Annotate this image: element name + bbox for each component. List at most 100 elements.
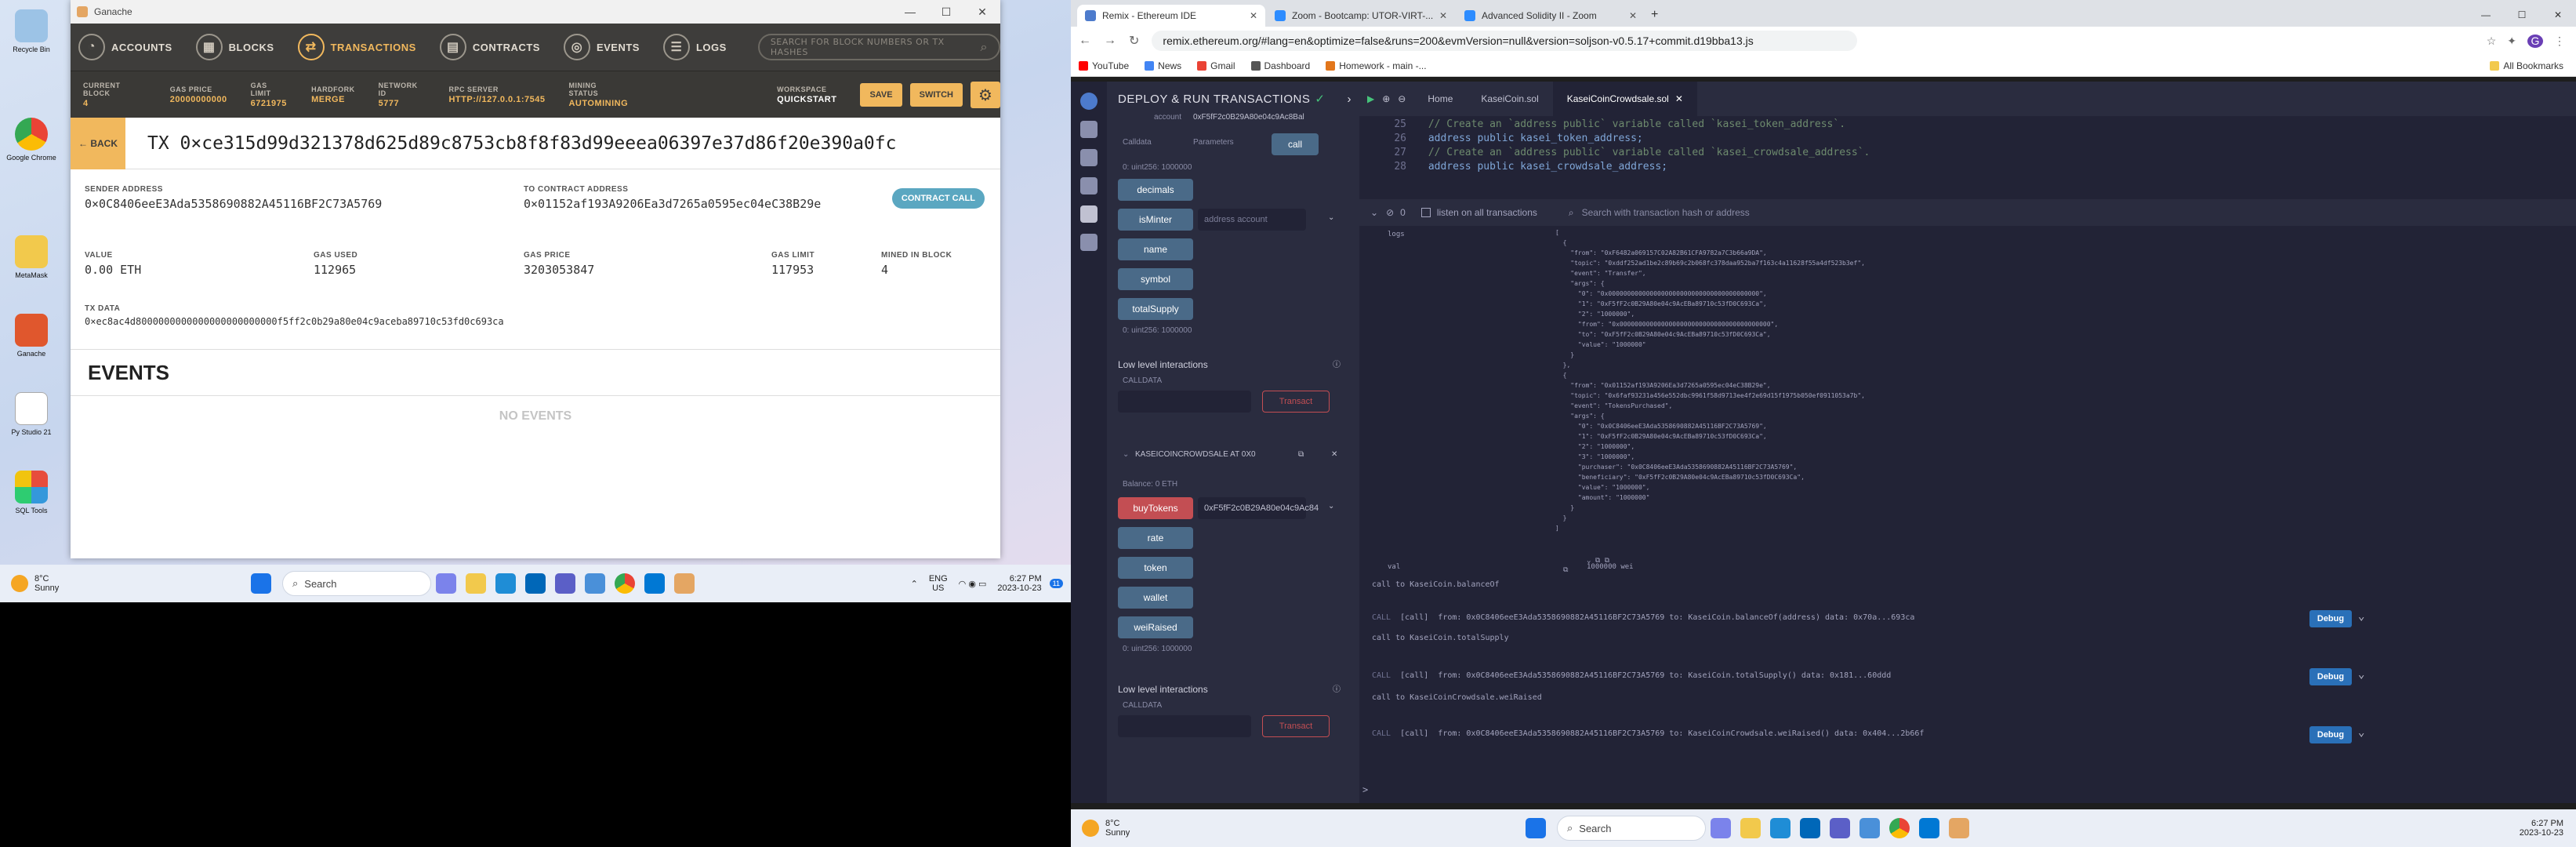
desktop-icon-file[interactable]: Py Studio 21 [0, 392, 63, 437]
token-button[interactable]: token [1118, 557, 1193, 579]
forward-icon[interactable]: → [1104, 34, 1116, 48]
vscode-icon[interactable] [1919, 818, 1939, 838]
tab-kaseicoincrowdsale[interactable]: KaseiCoinCrowdsale.sol ✕ [1552, 82, 1697, 116]
all-bookmarks[interactable]: All Bookmarks [2490, 60, 2563, 71]
tab-events[interactable]: ◎ EVENTS [563, 34, 640, 60]
save-button[interactable]: SAVE [860, 82, 902, 107]
tab-accounts[interactable]: ◔ ACCOUNTS [78, 34, 172, 60]
store-icon[interactable] [1800, 818, 1820, 838]
chevron-right-icon[interactable]: › [1348, 93, 1352, 106]
search-input[interactable]: SEARCH FOR BLOCK NUMBERS OR TX HASHES ⌕ [757, 34, 1000, 60]
back-icon[interactable]: ← [1079, 34, 1091, 48]
weather-widget[interactable]: 8°C Sunny [11, 574, 246, 593]
extensions-icon[interactable]: ✦ [2507, 35, 2516, 48]
notification-badge[interactable]: 11 [1049, 579, 1063, 588]
chevron-down-icon[interactable]: ⌄ [2358, 668, 2364, 681]
chevron-down-icon[interactable]: ⌄ [1328, 502, 1334, 511]
desktop-icon-folder[interactable]: MetaMask [0, 235, 63, 280]
reload-icon[interactable]: ↻ [1129, 33, 1139, 49]
taskbar-app-icon[interactable] [1711, 818, 1731, 838]
start-icon[interactable] [251, 573, 271, 594]
call-log[interactable]: CALL [call] from: 0x0C8406eeE3Ada5358690… [1372, 671, 1891, 680]
tab-zoom-solidity[interactable]: Advanced Solidity II - Zoom ✕ [1457, 5, 1645, 27]
maximize-icon[interactable]: ☐ [928, 5, 964, 19]
close-icon[interactable]: ✕ [2540, 9, 2576, 20]
wallet-button[interactable]: wallet [1118, 587, 1193, 609]
transact-button-2[interactable]: Transact [1262, 715, 1330, 737]
clear-icon[interactable]: ⊘ [1386, 207, 1394, 218]
play-icon[interactable]: ▶ [1367, 93, 1374, 104]
menu-icon[interactable]: ⋮ [2554, 35, 2565, 48]
explorer-icon[interactable] [466, 573, 486, 594]
decimals-button[interactable]: decimals [1118, 179, 1193, 201]
settings-icon[interactable] [585, 573, 605, 594]
totalsupply-button[interactable]: totalSupply [1118, 298, 1193, 320]
deploy-icon[interactable] [1080, 205, 1098, 223]
debug-button[interactable]: Debug [2309, 610, 2352, 627]
desktop-icon-tools[interactable]: SQL Tools [0, 471, 63, 515]
tab-kaseicoin[interactable]: KaseiCoin.sol [1467, 82, 1552, 116]
teams-icon[interactable] [1830, 818, 1850, 838]
info-icon[interactable]: ⓘ [1333, 682, 1341, 694]
store-icon[interactable] [525, 573, 546, 594]
call-log[interactable]: CALL [call] from: 0x0C8406eeE3Ada5358690… [1372, 729, 1924, 738]
desktop-icon-chrome[interactable]: Google Chrome [0, 118, 63, 162]
info-icon[interactable]: ⓘ [1333, 358, 1341, 369]
chrome-icon[interactable] [615, 573, 635, 594]
call-log[interactable]: CALL [call] from: 0x0C8406eeE3Ada5358690… [1372, 613, 1914, 622]
transact-button[interactable]: Transact [1262, 391, 1330, 413]
ganache-icon[interactable] [674, 573, 695, 594]
debug-button[interactable]: Debug [2309, 668, 2352, 685]
debugger-icon[interactable] [1080, 234, 1098, 251]
desktop-icon-recycle-bin[interactable]: Recycle Bin [0, 9, 63, 54]
vscode-icon[interactable] [644, 573, 665, 594]
copy-icon[interactable]: ⧉ [1298, 450, 1304, 459]
calldata-input[interactable] [1118, 391, 1251, 413]
tab-home[interactable]: Home [1413, 82, 1467, 116]
calldata-tab[interactable]: Calldata [1123, 138, 1152, 147]
terminal-search-input[interactable]: Search with transaction hash or address [1582, 207, 1817, 218]
close-icon[interactable]: ✕ [1675, 93, 1683, 104]
symbol-button[interactable]: symbol [1118, 268, 1193, 290]
bookmark-homework[interactable]: Homework - main -... [1326, 60, 1427, 71]
bookmark-news[interactable]: News [1145, 60, 1181, 71]
close-icon[interactable]: ✕ [1250, 10, 1257, 21]
teams-icon[interactable] [555, 573, 575, 594]
chevron-down-icon[interactable]: ⌄ [1328, 213, 1334, 222]
weather-widget[interactable]: 8°C Sunny [1082, 819, 1521, 838]
code-editor[interactable]: 25 // Create an `address public` variabl… [1359, 116, 2576, 199]
gear-icon[interactable]: ⚙ [971, 81, 1001, 108]
isminter-button[interactable]: isMinter [1118, 209, 1193, 231]
rate-button[interactable]: rate [1118, 527, 1193, 549]
edge-icon[interactable] [1770, 818, 1791, 838]
close-icon[interactable]: ✕ [964, 5, 1000, 19]
settings-icon[interactable] [1859, 818, 1880, 838]
chrome-icon[interactable] [1889, 818, 1910, 838]
terminal-prompt[interactable]: > [1362, 784, 1368, 795]
profile-icon[interactable]: G [2527, 34, 2543, 48]
copy-icon[interactable]: ⧉ [1563, 566, 1568, 574]
chevron-down-icon[interactable]: ⌄ [1123, 450, 1129, 459]
buytokens-input[interactable]: 0xF5fF2c0B29A80e04c9Ac84 [1198, 497, 1319, 519]
file-explorer-icon[interactable] [1080, 121, 1098, 138]
close-icon[interactable]: ✕ [1331, 450, 1337, 459]
tab-transactions[interactable]: ⇄ TRANSACTIONS [297, 34, 416, 60]
listen-checkbox[interactable] [1420, 208, 1431, 217]
back-button[interactable]: ← BACK [71, 117, 125, 169]
star-icon[interactable]: ☆ [2487, 35, 2497, 48]
isminter-input[interactable]: address account [1198, 209, 1306, 231]
taskbar-app-icon[interactable] [436, 573, 456, 594]
chevron-up-icon[interactable]: ⌃ [911, 579, 918, 589]
close-icon[interactable]: ✕ [1629, 10, 1637, 21]
maximize-icon[interactable]: ☐ [2504, 9, 2540, 20]
switch-button[interactable]: SWITCH [909, 82, 963, 107]
tab-logs[interactable]: ☰ LOGS [662, 34, 727, 60]
wifi-icon[interactable]: ◠ ◉ ▭ [959, 579, 987, 589]
call-button[interactable]: call [1272, 133, 1319, 155]
collapse-icon[interactable]: ⌄ [1370, 207, 1378, 218]
debug-button[interactable]: Debug [2309, 726, 2352, 743]
taskbar-search[interactable]: ⌕ Search [282, 571, 431, 596]
zoom-in-icon[interactable]: ⊕ [1382, 93, 1390, 104]
tab-blocks[interactable]: ▦ BLOCKS [195, 34, 274, 60]
tab-contracts[interactable]: ▤ CONTRACTS [439, 34, 540, 60]
